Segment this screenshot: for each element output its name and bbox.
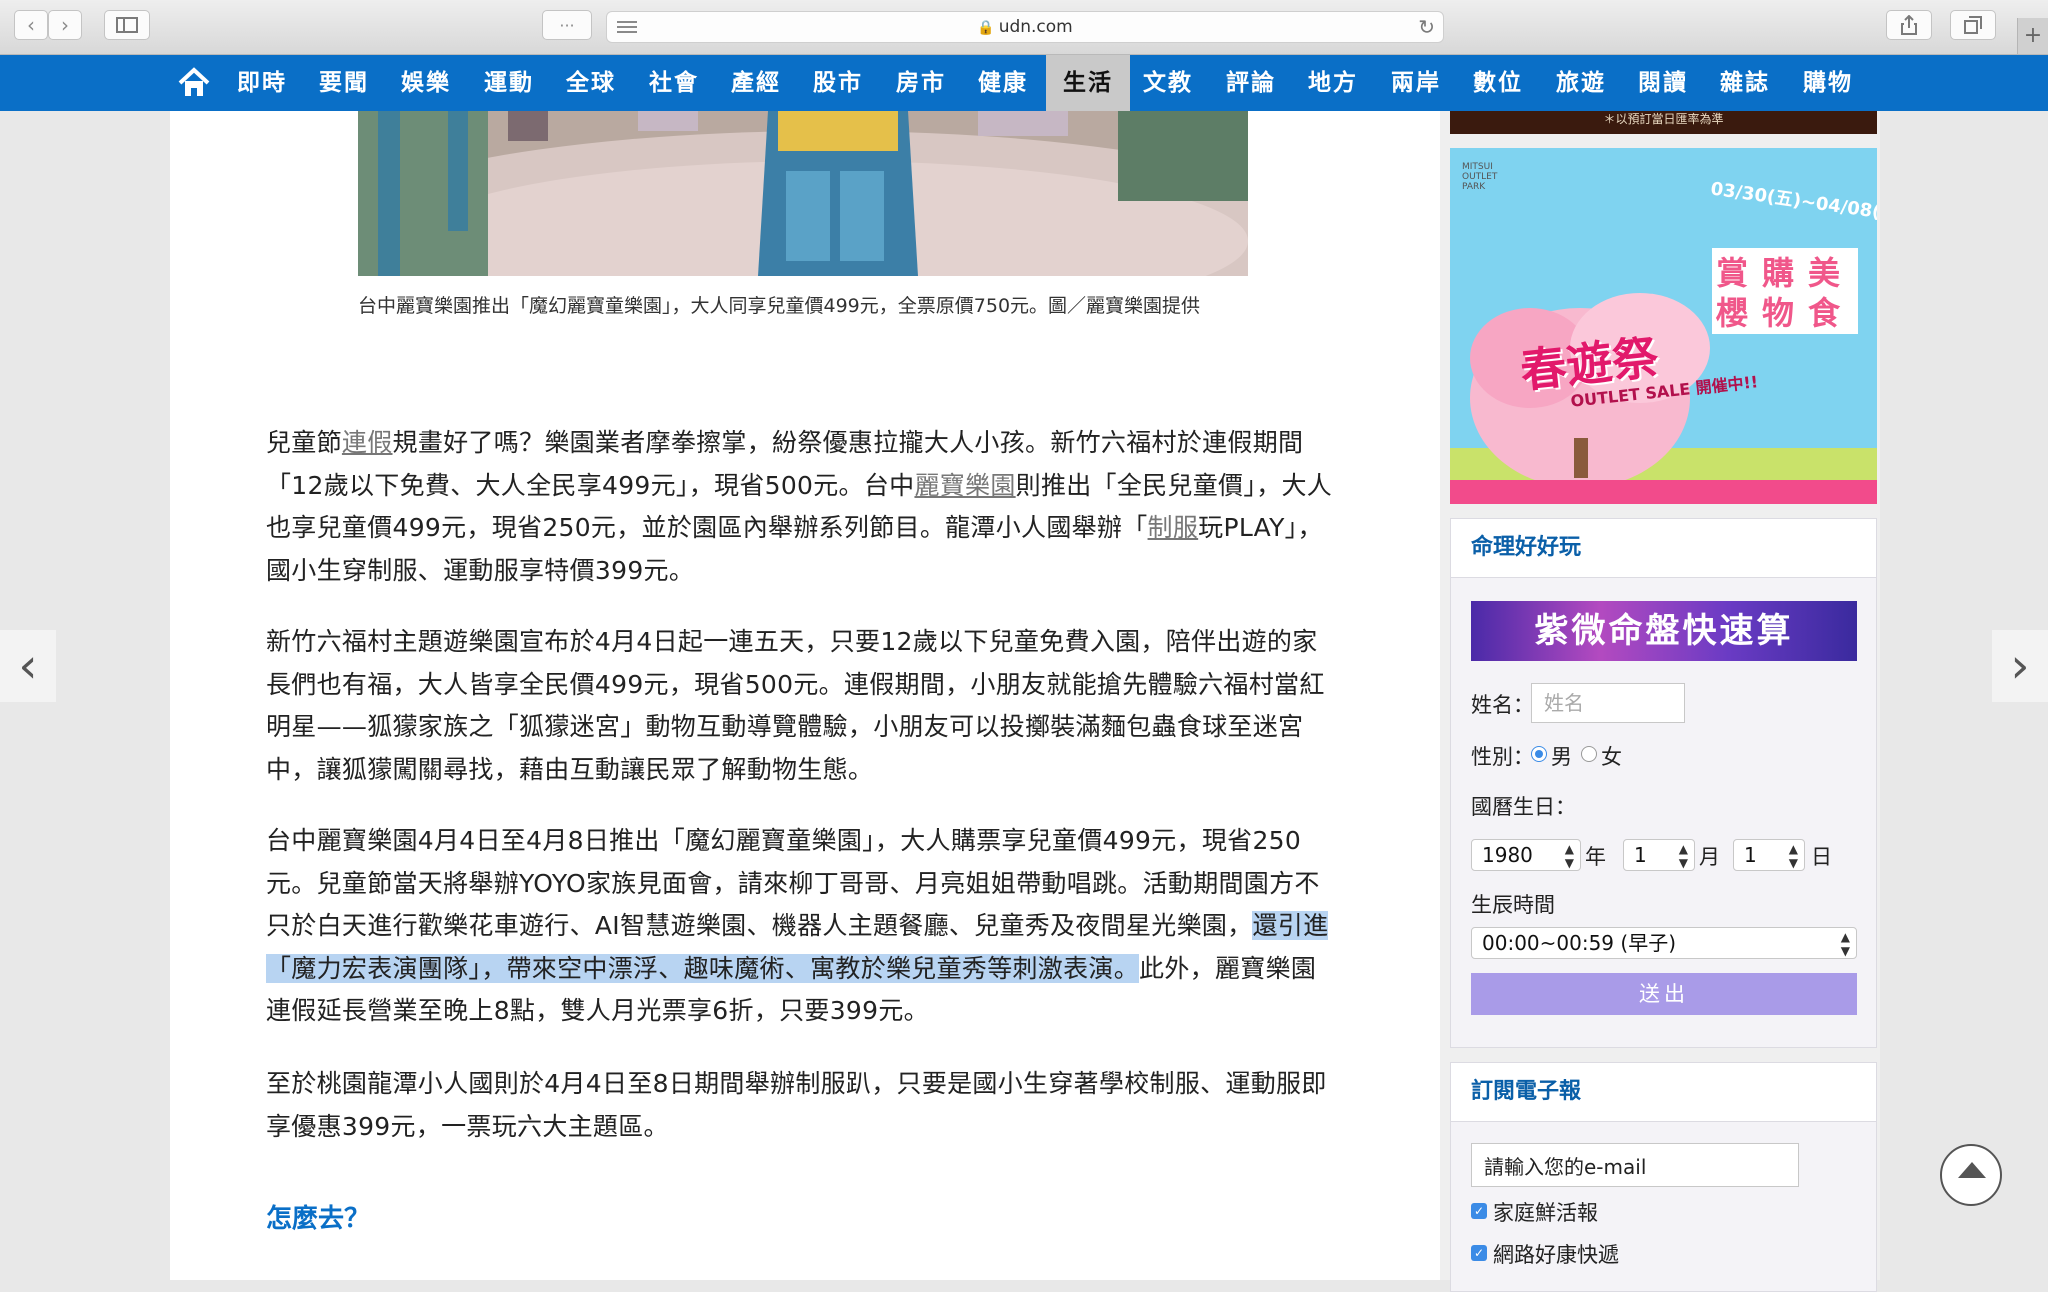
chevron-right-icon: › (2010, 638, 2030, 694)
gender-label: 性別： (1471, 745, 1534, 769)
nav-item-finance[interactable]: 產經 (720, 55, 792, 111)
keyword-link-holiday[interactable]: 連假 (342, 428, 393, 457)
name-label: 姓名： (1471, 693, 1534, 717)
back-button[interactable]: ‹ (14, 10, 48, 40)
birthday-label: 國曆生日： (1471, 795, 1576, 819)
nav-item-global[interactable]: 全球 (555, 55, 627, 111)
male-label: 男 (1551, 745, 1572, 769)
tabs-icon (1964, 16, 1982, 34)
keyword-link-lihpao[interactable]: 麗寶樂園 (914, 471, 1015, 500)
nav-item-opinion[interactable]: 評論 (1215, 55, 1287, 111)
stepper-icon: ▲ ▼ (1564, 842, 1574, 870)
month-unit: 月 (1699, 845, 1720, 869)
forward-button[interactable]: › (48, 10, 82, 40)
email-input[interactable] (1471, 1143, 1799, 1187)
banner-tag-2: 櫻物食 (1712, 288, 1859, 334)
newsletter-option-2: 網路好康快遞 (1493, 1243, 1619, 1267)
article-paragraph-1: 兒童節連假規畫好了嗎？樂園業者摩拳擦掌，紛祭優惠拉攏大人小孩。新竹六福村於連假期… (266, 422, 1340, 592)
stepper-icon: ▲ ▼ (1678, 842, 1688, 870)
reload-icon[interactable]: ↻ (1418, 15, 1435, 39)
male-radio[interactable] (1531, 746, 1547, 762)
nav-item-society[interactable]: 社會 (638, 55, 710, 111)
brand-logo: MITSUI OUTLET PARK (1462, 162, 1498, 192)
browser-toolbar: ‹ › ··· 🔒 udn.com ↻ + (0, 0, 2048, 55)
year-unit: 年 (1585, 845, 1606, 869)
photo-caption: 台中麗寶樂園推出「魔幻麗寶童樂園」，大人同享兒童價499元，全票原價750元。圖… (358, 295, 1201, 317)
year-value: 1980 (1482, 843, 1533, 867)
year-select[interactable]: 1980 ▲ ▼ (1471, 839, 1581, 871)
fortune-banner[interactable]: 紫微命盤快速算 (1471, 601, 1857, 661)
nav-item-education[interactable]: 文教 (1132, 55, 1204, 111)
sidebar-toggle-button[interactable] (104, 10, 150, 40)
newsletter-checkbox-1[interactable]: ✓ (1471, 1203, 1487, 1219)
nav-item-cross-strait[interactable]: 兩岸 (1380, 55, 1452, 111)
newsletter-widget: 訂閱電子報 ✓ 家庭鮮活報 ✓ 網路好康快遞 (1450, 1062, 1877, 1292)
nav-item-life[interactable]: 生活 (1046, 55, 1130, 111)
article-paragraph-2: 新竹六福村主題遊樂園宣布於4月4日起一連五天，只要12歲以下兒童免費入園，陪伴出… (266, 627, 1325, 784)
birth-time-select[interactable]: 00:00~00:59 (早子) ▲ ▼ (1471, 927, 1857, 959)
new-tab-button[interactable]: + (2017, 18, 2048, 54)
section-heading: 怎麼去？ (266, 1204, 371, 1234)
month-value: 1 (1634, 843, 1647, 867)
keyword-link-uniform[interactable]: 制服 (1148, 513, 1199, 542)
url-text: udn.com (998, 17, 1073, 37)
paragraph-text: 兒童節 (266, 428, 342, 457)
nav-item-reading[interactable]: 閱讀 (1627, 55, 1699, 111)
nav-item-realestate[interactable]: 房市 (885, 55, 957, 111)
newsletter-header: 訂閱電子報 (1451, 1063, 1876, 1122)
nav-item-headlines[interactable]: 要聞 (308, 55, 380, 111)
nav-item-sports[interactable]: 運動 (473, 55, 545, 111)
nav-item-magazine[interactable]: 雜誌 (1709, 55, 1781, 111)
newsletter-checkbox-2[interactable]: ✓ (1471, 1245, 1487, 1261)
stepper-icon: ▲ ▼ (1840, 930, 1850, 958)
next-article-arrow[interactable]: › (1992, 630, 2048, 702)
birth-time-value: 00:00~00:59 (早子) (1482, 931, 1676, 955)
share-icon (1901, 15, 1917, 35)
nav-item-shopping[interactable]: 購物 (1792, 55, 1864, 111)
site-nav: 即時 要聞 娛樂 運動 全球 社會 產經 股市 房市 健康 生活 文教 評論 地… (0, 55, 2048, 111)
article-paragraph-4: 至於桃園龍潭小人國則於4月4日至8日期間舉辦制服趴，只要是國小生穿著學校制服、運… (266, 1069, 1327, 1141)
paragraph-text: 台中麗寶樂園4月4日至4月8日推出「魔幻麗寶童樂園」，大人購票享兒童價499元，… (266, 826, 1320, 940)
female-radio[interactable] (1581, 746, 1597, 762)
prev-article-arrow[interactable]: ‹ (0, 630, 56, 702)
more-options-button[interactable]: ··· (542, 10, 592, 40)
nav-item-entertainment[interactable]: 娛樂 (390, 55, 462, 111)
submit-button[interactable]: 送出 (1471, 973, 1857, 1015)
tabs-overview-button[interactable] (1950, 10, 1996, 40)
nav-item-travel[interactable]: 旅遊 (1545, 55, 1617, 111)
month-select[interactable]: 1 ▲ ▼ (1623, 839, 1695, 871)
fortune-widget: 命理好好玩 紫微命盤快速算 姓名： 性別： 男 女 國曆生日： 1980 ▲▼ 年… (1450, 518, 1877, 1048)
fortune-header: 命理好好玩 (1451, 519, 1876, 578)
share-button[interactable] (1886, 10, 1932, 40)
day-unit: 日 (1811, 845, 1832, 869)
chevron-left-icon: ‹ (18, 638, 38, 694)
article-photo (358, 111, 1248, 276)
address-bar[interactable]: 🔒 udn.com ↻ (606, 11, 1444, 43)
sidebar-icon (116, 17, 138, 33)
lock-icon: 🔒 (977, 20, 995, 36)
home-icon[interactable] (176, 65, 212, 101)
day-value: 1 (1744, 843, 1757, 867)
stepper-icon: ▲ ▼ (1788, 842, 1798, 870)
female-label: 女 (1601, 745, 1622, 769)
article-paragraph-3: 台中麗寶樂園4月4日至4月8日推出「魔幻麗寶童樂園」，大人購票享兒童價499元，… (266, 820, 1340, 1033)
top-ad-strip[interactable]: ＊以預訂當日匯率為準 (1450, 111, 1877, 134)
scroll-to-top-button[interactable] (1940, 1144, 2002, 1206)
nav-item-stocks[interactable]: 股市 (802, 55, 874, 111)
day-select[interactable]: 1 ▲ ▼ (1733, 839, 1805, 871)
outlet-ad-banner[interactable]: MITSUI OUTLET PARK 03/30(五)~04/08(日) 賞購美… (1450, 148, 1877, 504)
nav-item-health[interactable]: 健康 (967, 55, 1039, 111)
nav-item-local[interactable]: 地方 (1297, 55, 1369, 111)
birth-time-label: 生辰時間 (1471, 893, 1555, 917)
name-input[interactable] (1531, 683, 1685, 723)
ad-strip-text: ＊以預訂當日匯率為準 (1603, 112, 1724, 126)
nav-item-digital[interactable]: 數位 (1462, 55, 1534, 111)
nav-item-realtime[interactable]: 即時 (226, 55, 298, 111)
newsletter-option-1: 家庭鮮活報 (1493, 1201, 1598, 1225)
